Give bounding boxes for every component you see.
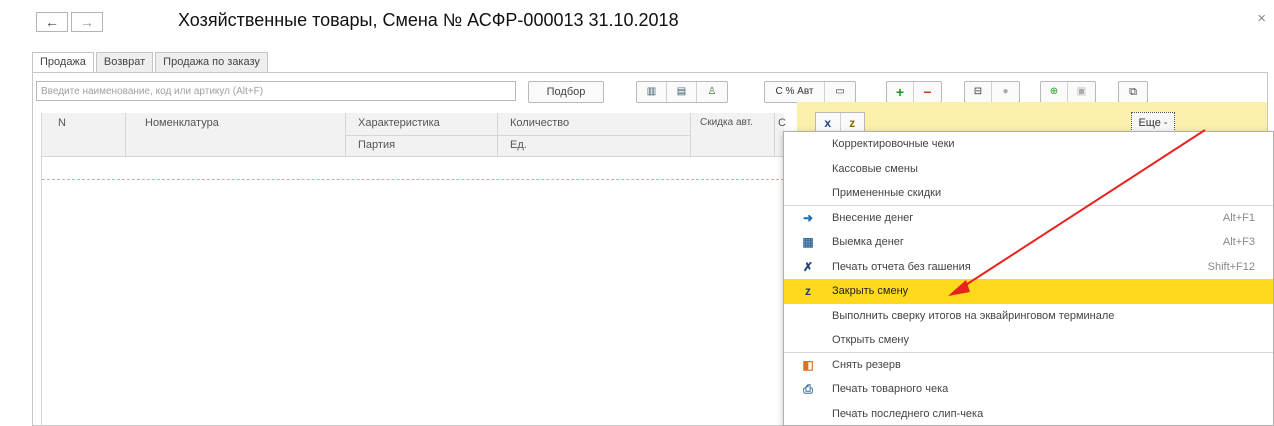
menu-item-label: Выемка денег bbox=[832, 236, 904, 248]
discount-button-group: С % Авт ▭ bbox=[764, 81, 856, 103]
menu-item-print-sales-receipt[interactable]: ⎙ Печать товарного чека bbox=[784, 377, 1273, 402]
stop-button[interactable]: ● bbox=[992, 82, 1019, 102]
close-shift-icon: z bbox=[805, 284, 811, 298]
cash-in-icon: ➜ bbox=[802, 210, 814, 225]
view-button-group: ⊟ ● bbox=[964, 81, 1020, 103]
forward-button[interactable]: → bbox=[71, 12, 103, 32]
menu-item-label: Выполнить сверку итогов на эквайринговом… bbox=[832, 309, 1115, 322]
menu-item-remove-reserve[interactable]: ◧ Снять резерв bbox=[784, 353, 1273, 378]
window-header: ← → Хозяйственные товары, Смена № АСФР-0… bbox=[0, 0, 1274, 46]
podbor-button[interactable]: Подбор bbox=[528, 81, 604, 103]
x-report-icon: x bbox=[824, 116, 832, 130]
column-divider bbox=[125, 113, 126, 157]
empty-row-line bbox=[42, 179, 784, 180]
grid-view-button[interactable]: ⊟ bbox=[965, 82, 992, 102]
remove-row-button[interactable]: − bbox=[914, 82, 941, 102]
customer-button[interactable]: ♙ bbox=[697, 82, 727, 102]
scan-button-group: ▥ ▤ ♙ bbox=[636, 81, 728, 103]
table-header: N Номенклатура Характеристика Партия Кол… bbox=[42, 113, 786, 157]
menu-item-applied-discounts[interactable]: Примененные скидки bbox=[784, 181, 1273, 206]
menu-item-close-shift[interactable]: z Закрыть смену bbox=[784, 279, 1273, 304]
column-header-nomenclature[interactable]: Номенклатура bbox=[145, 117, 219, 129]
goods-table: N Номенклатура Характеристика Партия Кол… bbox=[41, 113, 786, 426]
row-button-group: + − bbox=[886, 81, 942, 103]
menu-item-label: Снять резерв bbox=[832, 358, 901, 371]
window-mode-button[interactable]: ⧉ bbox=[1118, 81, 1148, 103]
menu-item-shortcut: Shift+F12 bbox=[1207, 260, 1255, 273]
tab-sale-by-order[interactable]: Продажа по заказу bbox=[155, 52, 268, 72]
menu-item-label: Примененные скидки bbox=[832, 187, 942, 199]
add-circle-icon: ⊕ bbox=[1049, 86, 1059, 97]
column-divider bbox=[690, 113, 691, 157]
close-shift-button[interactable]: z bbox=[841, 113, 865, 133]
back-button[interactable]: ← bbox=[36, 12, 68, 32]
card-icon: ▭ bbox=[835, 86, 845, 97]
print-icon: ⎙ bbox=[803, 382, 813, 396]
record-button-group: ⊕ ▣ bbox=[1040, 81, 1096, 103]
add-button[interactable]: ⊕ bbox=[1041, 82, 1068, 102]
x-report-icon: ✗ bbox=[802, 259, 814, 274]
menu-item-acquiring-reconciliation[interactable]: Выполнить сверку итогов на эквайринговом… bbox=[784, 304, 1273, 329]
menu-item-label: Печать последнего слип-чека bbox=[832, 407, 984, 420]
more-dropdown-menu: Корректировочные чеки Кассовые смены При… bbox=[783, 131, 1274, 426]
cash-out-icon: ▦ bbox=[802, 235, 814, 249]
menu-item-label: Внесение денег bbox=[832, 211, 914, 224]
page-title: Хозяйственные товары, Смена № АСФР-00001… bbox=[178, 10, 679, 30]
search-input[interactable] bbox=[36, 81, 516, 101]
auto-discount-button[interactable]: С % Авт bbox=[765, 82, 825, 102]
menu-item-print-last-slip[interactable]: Печать последнего слип-чека bbox=[784, 402, 1273, 426]
remove-reserve-icon: ◧ bbox=[802, 357, 814, 372]
menu-item-cash-in[interactable]: ➜ Внесение денег Alt+F1 bbox=[784, 206, 1273, 231]
scales-icon: ▣ bbox=[1076, 86, 1087, 97]
column-header-characteristic[interactable]: Характеристика bbox=[358, 117, 440, 129]
menu-item-label: Печать отчета без гашения bbox=[832, 260, 971, 273]
menu-item-label: Кассовые смены bbox=[832, 162, 918, 175]
stop-icon: ● bbox=[1002, 86, 1009, 97]
menu-item-label: Печать товарного чека bbox=[832, 383, 949, 395]
menu-item-cash-shifts[interactable]: Кассовые смены bbox=[784, 157, 1273, 182]
menu-item-x-report[interactable]: ✗ Печать отчета без гашения Shift+F12 bbox=[784, 255, 1273, 280]
menu-item-shortcut: Alt+F1 bbox=[1222, 211, 1255, 224]
menu-item-correction-checks[interactable]: Корректировочные чеки bbox=[784, 132, 1273, 157]
menu-item-shortcut: Alt+F3 bbox=[1222, 236, 1255, 248]
column-header-unit[interactable]: Ед. bbox=[510, 139, 527, 151]
barcode-icon: ▥ bbox=[646, 86, 657, 97]
add-row-button[interactable]: + bbox=[887, 82, 914, 102]
close-shift-icon: z bbox=[849, 116, 856, 130]
column-header-n[interactable]: N bbox=[58, 117, 66, 129]
close-icon[interactable]: × bbox=[1257, 10, 1266, 27]
tab-sale[interactable]: Продажа bbox=[32, 52, 94, 73]
card-reader-button[interactable]: ▤ bbox=[667, 82, 697, 102]
column-header-batch[interactable]: Партия bbox=[358, 139, 395, 151]
menu-item-cash-out[interactable]: ▦ Выемка денег Alt+F3 bbox=[784, 230, 1273, 255]
x-report-button[interactable]: x bbox=[816, 113, 841, 133]
tab-return[interactable]: Возврат bbox=[95, 52, 154, 72]
tab-bar: Продажа Возврат Продажа по заказу bbox=[32, 52, 270, 73]
scales-button[interactable]: ▣ bbox=[1068, 82, 1095, 102]
customer-icon: ♙ bbox=[707, 86, 717, 97]
header-row-divider bbox=[345, 135, 690, 136]
menu-item-label: Открыть смену bbox=[832, 334, 910, 346]
column-divider bbox=[774, 113, 775, 157]
card-reader-icon: ▤ bbox=[676, 86, 687, 97]
grid-view-icon: ⊟ bbox=[973, 86, 983, 97]
column-header-discount[interactable]: Скидка авт. bbox=[700, 117, 755, 128]
column-header-quantity[interactable]: Количество bbox=[510, 117, 569, 129]
column-divider bbox=[497, 113, 498, 157]
barcode-scan-button[interactable]: ▥ bbox=[637, 82, 667, 102]
back-arrow-icon: ← bbox=[45, 14, 59, 30]
menu-item-open-shift[interactable]: Открыть смену bbox=[784, 328, 1273, 353]
menu-item-label: Корректировочные чеки bbox=[832, 138, 955, 150]
menu-item-label: Закрыть смену bbox=[832, 285, 909, 297]
card-button[interactable]: ▭ bbox=[825, 82, 855, 102]
column-header-cut: С bbox=[778, 117, 786, 129]
window-restore-icon: ⧉ bbox=[1129, 86, 1137, 98]
forward-arrow-icon: → bbox=[80, 14, 94, 30]
